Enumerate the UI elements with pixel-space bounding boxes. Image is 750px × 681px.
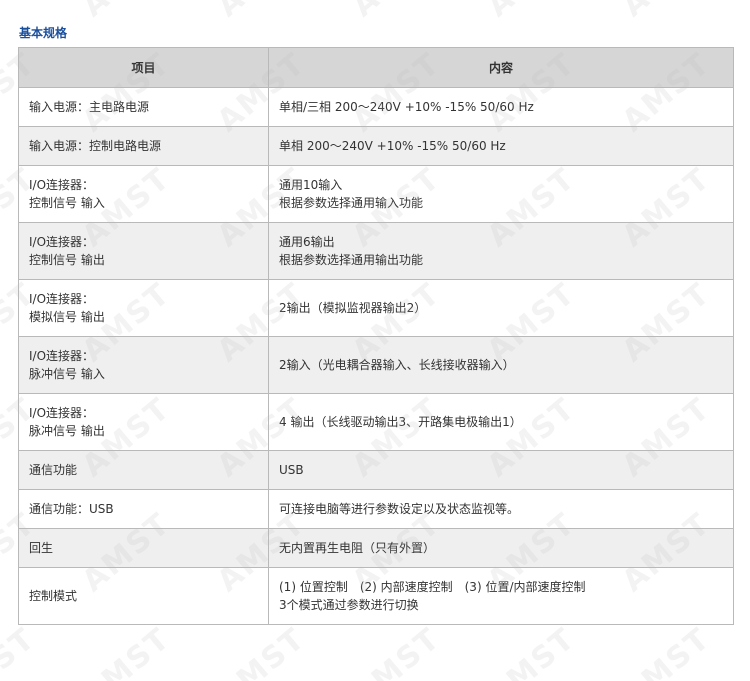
row-content-cell: 无内置再生电阻（只有外置） (268, 528, 734, 568)
row-content-text: USB (279, 463, 304, 477)
row-item-text: I/O连接器： (29, 235, 95, 249)
row-content-text: 可连接电脑等进行参数设定以及状态监视等。 (279, 502, 520, 516)
table-row: I/O连接器： 控制信号 输出 通用6输出根据参数选择通用输出功能 (18, 222, 734, 280)
row-content-cell: USB (268, 450, 734, 490)
row-item-cell: I/O连接器： 控制信号 输出 (18, 222, 269, 280)
table-row: I/O连接器： 脉冲信号 输出 4 输出（长线驱动输出3、开路集电极输出1） (18, 393, 734, 451)
row-item-text: I/O连接器： (29, 292, 95, 306)
row-item-cell: 通信功能：USB (18, 489, 269, 529)
row-content-cell: 2输入（光电耦合器输入、长线接收器输入） (268, 336, 734, 394)
section-title: 基本规格 (19, 26, 68, 40)
watermark-logo: AMST (481, 0, 583, 24)
table-header-row: 项目 内容 (18, 47, 734, 88)
row-item-cell: I/O连接器： 模拟信号 输出 (18, 279, 269, 337)
row-item-text: 输入电源：控制电路电源 (29, 139, 162, 153)
table-row: 输入电源：控制电路电源 单相 200～240V +10% -15% 50/60 H… (18, 126, 734, 166)
row-item-text: 回生 (29, 541, 54, 555)
row-content-cell: 通用6输出根据参数选择通用输出功能 (268, 222, 734, 280)
header-content: 内容 (268, 47, 734, 88)
row-content-text: (1) 位置控制 (2) 内部速度控制 (3) 位置/内部速度控制 (279, 580, 586, 594)
row-item-text: 控制模式 (29, 589, 78, 603)
table-row: 通信功能：USB 可连接电脑等进行参数设定以及状态监视等。 (18, 489, 734, 529)
row-item-cell: I/O连接器： 脉冲信号 输出 (18, 393, 269, 451)
watermark-logo: AMST (210, 620, 313, 681)
row-item-text: I/O连接器： (29, 349, 95, 363)
row-item-cell: 输入电源：控制电路电源 (18, 126, 269, 166)
row-item-cell: I/O连接器： 脉冲信号 输入 (18, 336, 269, 394)
table-row: 通信功能 USB (18, 450, 734, 490)
row-content-text: 单相 200～240V +10% -15% 50/60 Hz (279, 139, 506, 153)
row-content-text: 4 输出（长线驱动输出3、开路集电极输出1） (279, 415, 522, 429)
watermark-logo: AMST (615, 620, 718, 681)
row-content-text: 通用6输出 (279, 235, 335, 249)
row-content-text: 根据参数选择通用输入功能 (279, 196, 424, 210)
table-row: 输入电源：主电路电源 单相/三相 200～240V +10% -15% 50/60… (18, 87, 734, 127)
watermark-logo: AMST (0, 620, 43, 681)
watermark-logo: AMST (616, 0, 718, 24)
table-row: I/O连接器： 控制信号 输入 通用10输入根据参数选择通用输入功能 (18, 165, 734, 223)
row-item-text: 通信功能 (29, 463, 78, 477)
row-item-text: 通信功能：USB (29, 502, 114, 516)
row-item-text: 输入电源：主电路电源 (29, 100, 150, 114)
header-item: 项目 (18, 47, 269, 88)
watermark-logo: AMST (0, 0, 42, 24)
row-content-text: 根据参数选择通用输出功能 (279, 253, 424, 267)
watermark-logo: AMST (76, 0, 178, 24)
row-content-cell: 单相/三相 200～240V +10% -15% 50/60 Hz (268, 87, 734, 127)
row-item-cell: I/O连接器： 控制信号 输入 (18, 165, 269, 223)
row-item-text: I/O连接器： (29, 178, 95, 192)
row-item-cell: 通信功能 (18, 450, 269, 490)
row-content-cell: 4 输出（长线驱动输出3、开路集电极输出1） (268, 393, 734, 451)
row-item-text: 脉冲信号 输出 (29, 424, 105, 438)
row-content-cell: (1) 位置控制 (2) 内部速度控制 (3) 位置/内部速度控制 3个模式通过参… (268, 567, 734, 625)
row-item-text: 控制信号 输入 (29, 196, 105, 210)
row-content-text: 无内置再生电阻（只有外置） (279, 541, 436, 555)
row-item-text: 模拟信号 输出 (29, 310, 105, 324)
row-content-cell: 2输出（模拟监视器输出2） (268, 279, 734, 337)
table-row: I/O连接器： 模拟信号 输出 2输出（模拟监视器输出2） (18, 279, 734, 337)
row-content-cell: 可连接电脑等进行参数设定以及状态监视等。 (268, 489, 734, 529)
table-row: I/O连接器： 脉冲信号 输入 2输入（光电耦合器输入、长线接收器输入） (18, 336, 734, 394)
row-item-cell: 输入电源：主电路电源 (18, 87, 269, 127)
row-content-text: 3个模式通过参数进行切换 (279, 598, 419, 612)
spec-table: 项目 内容 输入电源：主电路电源 单相/三相 200～240V +10% -15%… (18, 47, 734, 625)
watermark-logo: AMST (211, 0, 313, 24)
row-item-text: 控制信号 输出 (29, 253, 105, 267)
row-item-cell: 回生 (18, 528, 269, 568)
row-content-cell: 通用10输入根据参数选择通用输入功能 (268, 165, 734, 223)
row-content-cell: 单相 200～240V +10% -15% 50/60 Hz (268, 126, 734, 166)
row-item-cell: 控制模式 (18, 567, 269, 625)
row-content-text: 通用10输入 (279, 178, 343, 192)
table-row: 回生 无内置再生电阻（只有外置） (18, 528, 734, 568)
watermark-logo: AMST (346, 0, 448, 24)
row-content-text: 单相/三相 200～240V +10% -15% 50/60 Hz (279, 100, 534, 114)
table-row: 控制模式 (1) 位置控制 (2) 内部速度控制 (3) 位置/内部速度控制 3个模… (18, 567, 734, 625)
row-content-text: 2输出（模拟监视器输出2） (279, 301, 427, 315)
watermark-logo: AMST (75, 620, 178, 681)
watermark-logo: AMST (480, 620, 583, 681)
row-content-text: 2输入（光电耦合器输入、长线接收器输入） (279, 358, 515, 372)
row-item-text: I/O连接器： (29, 406, 95, 420)
watermark-logo: AMST (345, 620, 448, 681)
row-item-text: 脉冲信号 输入 (29, 367, 105, 381)
